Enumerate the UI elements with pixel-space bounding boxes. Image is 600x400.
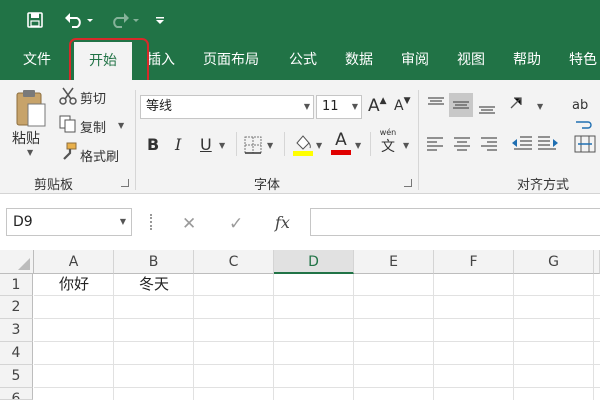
font-color-icon[interactable]: A	[330, 130, 352, 156]
fill-color-icon[interactable]	[292, 133, 314, 157]
ribbon-home: 粘贴 ▼ 剪切 复制 ▼ 格式刷 剪贴板 等线 ▼ 11 ▼ A ▲ A ▼ B I…	[0, 80, 600, 194]
paste-button[interactable]: 粘贴	[12, 128, 40, 148]
pinyin-icon[interactable]: wén 文	[376, 128, 400, 160]
insert-function-button[interactable]: fx	[275, 213, 290, 232]
column-header-h[interactable]	[594, 250, 600, 274]
redo-icon[interactable]	[106, 0, 142, 40]
paste-icon[interactable]	[12, 88, 48, 128]
column-header-e[interactable]: E	[354, 250, 434, 274]
font-launcher-icon[interactable]	[404, 179, 412, 187]
select-all-corner[interactable]	[0, 250, 34, 274]
column-header-g[interactable]: G	[514, 250, 594, 274]
enter-button[interactable]: ✓	[229, 214, 243, 234]
group-divider	[135, 90, 136, 190]
copy-button[interactable]: 复制	[80, 117, 106, 136]
row-header-2[interactable]: 2	[0, 296, 33, 319]
group-divider	[418, 90, 419, 190]
grow-font-button[interactable]: A ▲	[368, 96, 387, 116]
orientation-dropdown-icon[interactable]: ▼	[537, 102, 543, 111]
font-color-dropdown-icon[interactable]: ▼	[355, 141, 361, 150]
row-header-4[interactable]: 4	[0, 342, 33, 365]
copy-icon[interactable]	[58, 114, 78, 134]
column-header-a[interactable]: A	[34, 250, 114, 274]
font-color-swatch	[331, 150, 351, 155]
chevron-down-icon[interactable]: ▼	[304, 96, 310, 118]
pinyin-glyph: 文	[381, 139, 395, 155]
cut-icon[interactable]	[58, 86, 78, 106]
save-icon[interactable]	[24, 0, 46, 40]
pinyin-top: wén	[379, 128, 397, 137]
underline-dropdown-icon[interactable]: ▼	[219, 141, 225, 150]
divider	[284, 132, 285, 156]
paste-dropdown-icon[interactable]: ▼	[27, 148, 33, 157]
resize-grip-icon[interactable]	[150, 214, 153, 230]
horizontal-align-icons	[425, 135, 500, 155]
indent-icons[interactable]	[510, 133, 560, 155]
tab-data[interactable]: 数据	[336, 40, 382, 80]
shrink-font-button[interactable]: A ▼	[394, 96, 411, 114]
column-header-c[interactable]: C	[194, 250, 274, 274]
tab-features[interactable]: 特色	[560, 40, 600, 80]
merge-icon[interactable]	[574, 134, 596, 154]
alignment-group-label: 对齐方式	[517, 178, 570, 193]
chevron-down-icon[interactable]: ▼	[120, 209, 126, 235]
divider	[370, 132, 371, 156]
bold-button[interactable]: B	[147, 135, 159, 154]
row-header-6[interactable]: 6	[0, 388, 33, 400]
undo-icon[interactable]	[60, 0, 96, 40]
format-painter-icon[interactable]	[58, 142, 78, 162]
vertical-align-icons	[425, 93, 525, 117]
cell-b1[interactable]: 冬天	[114, 274, 194, 296]
tab-page-layout[interactable]: 页面布局	[192, 40, 270, 80]
row-header-1[interactable]: 1	[0, 274, 33, 296]
font-color-glyph: A	[335, 130, 347, 150]
border-icon[interactable]	[244, 136, 262, 154]
column-header-f[interactable]: F	[434, 250, 514, 274]
tab-file[interactable]: 文件	[10, 40, 64, 80]
font-size-combo[interactable]: 11 ▼	[316, 95, 362, 119]
fill-dropdown-icon[interactable]: ▼	[316, 141, 322, 150]
formula-bar: D9 ▼ ✕ ✓ fx	[0, 195, 600, 250]
font-name-value: 等线	[146, 99, 173, 114]
format-painter-button[interactable]: 格式刷	[80, 146, 119, 165]
tab-help[interactable]: 帮助	[504, 40, 550, 80]
cut-button[interactable]: 剪切	[80, 88, 106, 107]
customize-qat-icon[interactable]	[152, 0, 168, 40]
shrink-font-icon: A	[394, 98, 404, 114]
row-header-3[interactable]: 3	[0, 319, 33, 342]
font-group-label: 字体	[254, 178, 281, 193]
cell-a1[interactable]: 你好	[34, 274, 114, 296]
underline-button[interactable]: U	[200, 135, 212, 154]
name-box[interactable]: D9 ▼	[6, 208, 132, 236]
tab-formulas[interactable]: 公式	[280, 40, 326, 80]
row-header-5[interactable]: 5	[0, 365, 33, 388]
italic-button[interactable]: I	[175, 135, 181, 154]
column-header-b[interactable]: B	[114, 250, 194, 274]
grow-font-icon: A	[368, 96, 380, 116]
font-name-combo[interactable]: 等线 ▼	[140, 95, 314, 119]
divider	[236, 132, 237, 156]
formula-input[interactable]	[310, 208, 600, 236]
tab-view[interactable]: 视图	[448, 40, 494, 80]
name-box-value: D9	[13, 214, 33, 230]
copy-dropdown-icon[interactable]: ▼	[118, 121, 124, 130]
wrap-arrow-icon	[574, 118, 594, 129]
clipboard-group-label: 剪贴板	[34, 178, 74, 193]
chevron-down-icon[interactable]: ▼	[352, 96, 358, 118]
pinyin-dropdown-icon[interactable]: ▼	[403, 141, 409, 150]
worksheet-grid: A B C D E F G 1 2 3 4 5 6 你好 冬天	[0, 250, 600, 400]
tab-review[interactable]: 审阅	[392, 40, 438, 80]
border-dropdown-icon[interactable]: ▼	[267, 141, 273, 150]
column-header-d[interactable]: D	[274, 250, 354, 274]
font-size-value: 11	[322, 99, 339, 114]
clipboard-launcher-icon[interactable]	[121, 179, 129, 187]
cancel-button[interactable]: ✕	[182, 214, 196, 234]
quick-access-toolbar	[0, 0, 600, 40]
wrap-text-icon[interactable]: ab	[572, 98, 588, 113]
